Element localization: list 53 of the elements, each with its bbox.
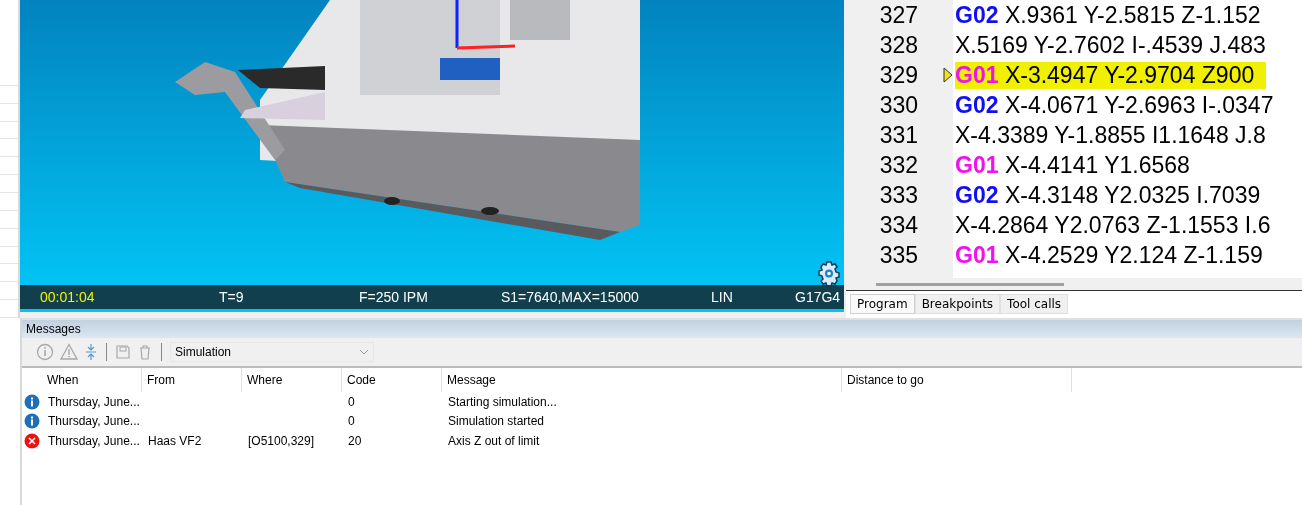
column-header[interactable]: Distance to go — [842, 368, 1072, 392]
table-cell: Axis Z out of limit — [448, 433, 540, 448]
code-line: X-4.3389 Y-1.8855 I1.1648 J.8 — [955, 121, 1266, 149]
column-header[interactable]: When — [42, 368, 142, 392]
line-number: 333 — [878, 181, 918, 209]
column-header[interactable]: Where — [242, 368, 342, 392]
warning-icon[interactable] — [60, 343, 78, 361]
table-cell: 0 — [348, 394, 355, 409]
line-number: 329 — [878, 61, 918, 89]
mode-readout: LIN — [711, 289, 734, 305]
table-cell: 0 — [348, 414, 355, 429]
column-header[interactable]: Code — [342, 368, 442, 392]
line-number: 334 — [878, 211, 918, 239]
table-cell: [O5100,329] — [248, 433, 315, 448]
line-number: 327 — [878, 1, 918, 29]
code-line: G01 X-4.2529 Y2.124 Z-1.159 — [955, 241, 1263, 269]
feed-readout: F=250 IPM — [359, 289, 429, 305]
info-icon[interactable] — [36, 343, 54, 361]
line-number: 330 — [878, 91, 918, 119]
tab[interactable]: Breakpoints — [914, 294, 1001, 314]
table-cell: Starting simulation... — [448, 394, 557, 409]
line-number: 328 — [878, 31, 918, 59]
table-cell: Haas VF2 — [148, 433, 202, 448]
tab[interactable]: Tool calls — [1000, 294, 1069, 314]
column-header[interactable]: Message — [442, 368, 842, 392]
table-cell: Thursday, June... — [48, 394, 140, 409]
spindle-readout: S1=7640,MAX=15000 — [501, 289, 640, 305]
code-line: G02 X-4.0671 Y-2.6963 I-.0347 — [955, 91, 1274, 119]
column-header[interactable]: From — [142, 368, 242, 392]
line-number: 331 — [878, 121, 918, 149]
code-line: G02 X-4.3148 Y2.0325 I.7039 — [955, 181, 1261, 209]
tab[interactable]: Program — [850, 294, 915, 314]
line-number: 335 — [878, 241, 918, 269]
code-line: X-4.2864 Y2.0763 Z-1.1553 I.6 — [955, 211, 1271, 239]
panel-title: Messages — [22, 318, 1302, 338]
settings-icon[interactable] — [817, 261, 841, 285]
caret-icon — [359, 349, 369, 355]
line-number: 332 — [878, 151, 918, 179]
table-cell: Simulation started — [448, 414, 545, 429]
table-cell: 20 — [348, 433, 362, 448]
trash-icon[interactable] — [137, 344, 153, 360]
elapsed-time: 00:01:04 — [40, 289, 96, 305]
filter-dropdown[interactable]: Simulation — [170, 342, 374, 362]
save-icon[interactable] — [115, 344, 131, 360]
collapse-icon[interactable] — [84, 343, 98, 361]
table-cell: Thursday, June... — [48, 414, 140, 429]
scrollbar-thumb[interactable] — [876, 282, 1064, 286]
code-line: G01 X-4.4141 Y1.6568 — [955, 151, 1190, 179]
tool-readout: T=9 — [219, 289, 245, 305]
gcode-readout: G17G4 — [795, 289, 841, 305]
table-cell: Thursday, June... — [48, 433, 140, 448]
code-line: X.5169 Y-2.7602 I-.4539 J.483 — [955, 31, 1266, 59]
code-line: G02 X.9361 Y-2.5815 Z-1.152 — [955, 1, 1261, 29]
